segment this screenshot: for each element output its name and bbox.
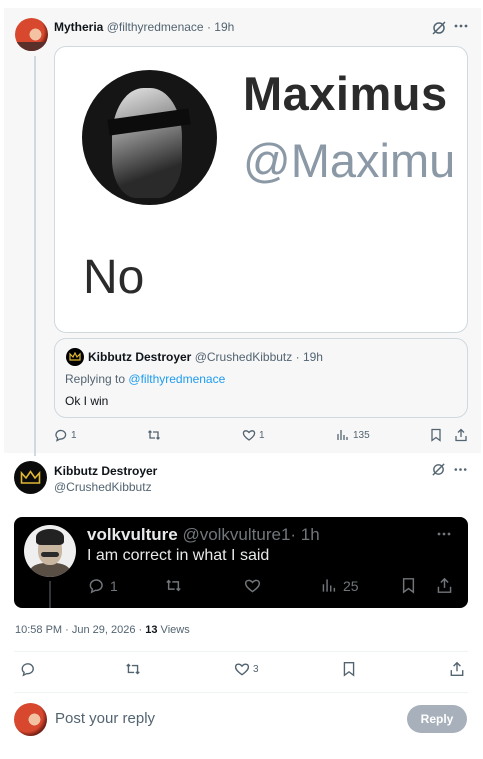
tweet-image[interactable]: Maximus @Maximu No xyxy=(54,46,468,333)
views-label: Views xyxy=(157,624,190,636)
author-handle[interactable]: @filthyredmenace xyxy=(107,20,204,34)
tweet-mytheria[interactable]: Mytheria @filthyredmenace · 19h Maximus … xyxy=(4,8,481,456)
embedded-reply: 1 xyxy=(88,577,118,594)
embedded-bookmark xyxy=(400,577,417,594)
views-icon xyxy=(322,579,336,592)
bookmark-button[interactable] xyxy=(341,661,357,677)
author-name[interactable]: Mytheria xyxy=(54,20,103,34)
reply-icon xyxy=(89,579,103,594)
repost-icon xyxy=(166,579,181,592)
tweet-actions: 1 1 135 xyxy=(54,428,474,446)
like-count: 3 xyxy=(253,663,259,675)
divider xyxy=(14,651,468,652)
embedded-repost xyxy=(165,577,182,594)
quote-author-name[interactable]: Kibbutz Destroyer xyxy=(88,350,191,364)
quote-time: · 19h xyxy=(295,350,323,364)
quote-header: Kibbutz Destroyer @CrushedKibbutz · 19h xyxy=(88,350,323,364)
heart-icon xyxy=(242,430,256,441)
embedded-author-handle: @volkvulture1 xyxy=(182,525,291,544)
repost-icon xyxy=(148,430,160,440)
thread-line xyxy=(49,581,51,608)
embedded-reply-count: 1 xyxy=(110,577,118,594)
repost-button[interactable] xyxy=(125,661,141,677)
embedded-time: · 1h xyxy=(290,525,320,544)
tweet-time[interactable]: · 19h xyxy=(207,20,234,34)
views-button[interactable]: 135 xyxy=(336,428,370,442)
grok-icon[interactable] xyxy=(431,20,447,38)
quote-avatar xyxy=(66,348,84,366)
heart-icon xyxy=(244,579,261,593)
replying-to: Replying to @filthyredmenace xyxy=(65,372,225,386)
embedded-like xyxy=(244,577,261,594)
share-button[interactable] xyxy=(454,428,468,442)
embedded-avatar xyxy=(24,525,76,577)
tweet-actions: 3 xyxy=(0,661,483,681)
bookmark-icon xyxy=(343,662,355,677)
reply-composer: Post your reply Reply xyxy=(0,700,483,738)
reply-button[interactable]: 1 xyxy=(54,428,77,442)
embedded-tweet-image[interactable]: volkvulture @volkvulture1· 1h I am corre… xyxy=(14,517,468,608)
image-name-text: Maximus xyxy=(243,67,448,120)
replying-to-mention[interactable]: @filthyredmenace xyxy=(128,372,225,386)
like-button[interactable]: 3 xyxy=(234,661,259,677)
reply-count: 1 xyxy=(71,429,77,441)
embedded-header: volkvulture @volkvulture1· 1h xyxy=(87,525,320,545)
share-icon xyxy=(450,661,464,676)
share-icon xyxy=(437,577,452,593)
views-count: 135 xyxy=(353,429,370,441)
author-handle[interactable]: @CrushedKibbutz xyxy=(54,480,152,494)
image-body-text: No xyxy=(83,251,145,304)
reply-input[interactable]: Post your reply xyxy=(55,710,155,727)
reply-icon xyxy=(55,429,67,442)
repost-icon xyxy=(126,663,140,675)
reply-button[interactable] xyxy=(20,661,36,677)
reply-button[interactable]: Reply xyxy=(407,705,467,733)
views-icon xyxy=(337,430,348,440)
image-handle-text: @Maximu xyxy=(243,134,456,187)
thread-line xyxy=(34,56,36,456)
replying-to-prefix: Replying to xyxy=(65,372,126,386)
tweet-meta: 10:58 PM · Jun 29, 2026 · 13 Views xyxy=(15,624,190,636)
views-count: 13 xyxy=(145,624,158,636)
author-name[interactable]: Kibbutz Destroyer xyxy=(54,464,157,478)
avatar[interactable] xyxy=(15,18,48,51)
like-count: 1 xyxy=(259,429,265,441)
avatar[interactable] xyxy=(14,461,47,494)
like-button[interactable]: 1 xyxy=(242,428,265,442)
more-icon[interactable] xyxy=(453,462,468,479)
reply-icon xyxy=(21,663,34,677)
avatar[interactable] xyxy=(14,703,47,736)
heart-icon xyxy=(234,663,250,676)
repost-button[interactable] xyxy=(147,428,161,442)
quoted-tweet[interactable]: Kibbutz Destroyer @CrushedKibbutz · 19h … xyxy=(54,338,468,418)
crown-icon xyxy=(20,470,41,484)
crown-icon xyxy=(69,352,81,361)
more-icon xyxy=(436,526,452,545)
quote-author-handle[interactable]: @CrushedKibbutz xyxy=(195,350,293,364)
embedded-author-name: volkvulture xyxy=(87,525,178,544)
grok-icon[interactable] xyxy=(431,462,446,479)
embedded-views: 25 xyxy=(321,577,359,594)
image-avatar xyxy=(82,70,217,205)
post-thread-page: Mytheria @filthyredmenace · 19h Maximus … xyxy=(0,0,483,759)
bookmark-button[interactable] xyxy=(429,428,443,442)
share-button[interactable] xyxy=(449,661,465,677)
share-icon xyxy=(455,428,467,442)
quote-text: Ok I win xyxy=(65,394,109,408)
embedded-text: I am correct in what I said xyxy=(87,547,270,564)
embedded-views-count: 25 xyxy=(343,577,359,594)
tweet-timestamp[interactable]: 10:58 PM · Jun 29, 2026 · xyxy=(15,624,145,636)
divider xyxy=(14,692,468,693)
more-icon[interactable] xyxy=(453,18,469,36)
bookmark-icon xyxy=(431,428,441,442)
bookmark-icon xyxy=(402,578,415,594)
embedded-share xyxy=(436,577,453,594)
tweet-header: Mytheria @filthyredmenace · 19h xyxy=(54,20,234,34)
